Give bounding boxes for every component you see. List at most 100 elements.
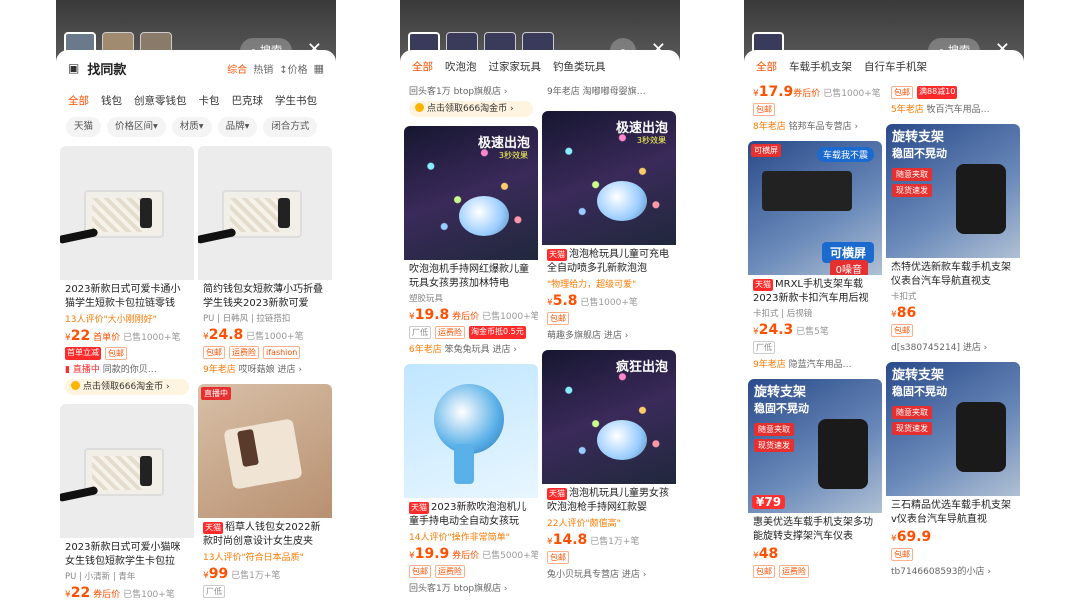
product-card[interactable]: 旋转支架 稳固不晃动 随意夹取 现货速发 杰特优选新款车载手机支架仪表台汽车导航…	[886, 124, 1020, 358]
coin-promo[interactable]: 点击领取666淘金币 ›	[65, 379, 189, 395]
price-row: ¥24.3 已售5笔	[753, 322, 829, 338]
sort-bar: 综合 热销 ↕价格 ▦	[227, 61, 324, 76]
sort-price[interactable]: ↕价格	[279, 61, 307, 76]
price: 48	[758, 546, 779, 562]
tab-fishing-toys[interactable]: 钓鱼类玩具	[553, 59, 606, 74]
filter-brand[interactable]: 品牌▾	[217, 117, 258, 137]
tab-pretend-play[interactable]: 过家家玩具	[489, 59, 542, 74]
tab-all[interactable]: 全部	[756, 59, 777, 74]
sold-count: 已售1000+笔	[246, 332, 304, 342]
badge-row: 包邮 满88减10	[886, 82, 1020, 100]
tab-car-mount[interactable]: 车载手机支架	[789, 59, 852, 74]
shop-link[interactable]: d[s380745214] 进店 ›	[886, 338, 1020, 358]
badge-row: 包邮	[886, 323, 1020, 338]
product-card[interactable]: 可横屏 车载我不震 可横屏 0噪音 天猫 MRXL手机支架车载2023新款卡扣汽车…	[748, 141, 882, 375]
wallet-image	[60, 448, 164, 503]
product-card[interactable]: 2023新款日式可爱卡通小猫学生短款卡包拉链零钱 13人评价"大小刚刚好" ¥2…	[60, 146, 194, 400]
price: 99	[208, 566, 229, 582]
product-card[interactable]: 简约钱包女短款薄小巧折叠学生钱夹2023新款可爱 PU | 日韩风 | 拉链搭扣…	[198, 146, 332, 380]
product-card[interactable]: 直播中 天猫 稻草人钱包女2022新款时尚创意设计女生皮夹 13人评价"符合日本品…	[198, 384, 332, 599]
badge-row: 包邮	[542, 311, 676, 326]
badge-row: 包邮	[886, 547, 1020, 562]
shop-link[interactable]: 回头客1万 btop旗舰店 ›	[404, 82, 538, 99]
shop-link[interactable]: 回头客1万 btop旗舰店 ›	[404, 579, 538, 596]
partial-card[interactable]: 回头客1万 btop旗舰店 › 点击领取666淘金币 ›	[404, 82, 538, 122]
product-title: 天猫 泡泡机玩具儿童男女孩吹泡泡枪手持网红款婴	[547, 488, 669, 513]
product-card[interactable]: 旋转支架 稳固不晃动 随意夹取 现货速发 三石精品优选车载手机支架v仪表台汽车导…	[886, 362, 1020, 582]
tab-all[interactable]: 全部	[412, 59, 433, 74]
phone-screen-bubble-toys: ⌕ ✕ 全部 吹泡泡 过家家玩具 钓鱼类玩具 回头客1万 btop旗舰店 › 点…	[400, 0, 680, 608]
partial-card[interactable]: 9年老店 淘嘟嘟母婴旗…	[542, 82, 676, 107]
product-card[interactable]: 疯狂出泡 天猫 泡泡机玩具儿童男女孩吹泡泡枪手持网红款婴 22人评价"颇值高" ¥…	[542, 350, 676, 585]
coin-promo[interactable]: 点击领取666淘金币 ›	[409, 101, 533, 117]
product-card[interactable]: 极速出泡 3秒效果 天猫 泡泡枪玩具儿童可充电全自动喷多孔新款泡泡 "物理给力，超…	[542, 111, 676, 346]
tab-bike-mount[interactable]: 自行车手机架	[864, 59, 927, 74]
price: 24.8	[208, 327, 244, 343]
shop-link[interactable]: 9年老店 淘嘟嘟母婴旗…	[542, 82, 676, 107]
product-image	[60, 404, 194, 538]
price: 22	[70, 328, 91, 344]
tab-wallet[interactable]: 钱包	[101, 93, 122, 108]
price: 5.8	[552, 293, 578, 309]
tab-school-bag[interactable]: 学生书包	[275, 93, 317, 108]
product-spec: 卡扣式 | 后视镜	[753, 309, 813, 319]
filter-price[interactable]: 价格区间▾	[107, 117, 166, 137]
product-grid: 回头客1万 btop旗舰店 › 点击领取666淘金币 › 极速出泡 3秒效果 吹…	[404, 82, 676, 596]
product-title: 惠美优选车载手机支架多功能旋转支撑架汽车仪表	[753, 517, 873, 542]
product-image: 旋转支架 稳固不晃动 随意夹取 现货速发	[886, 362, 1020, 496]
price: 69.9	[896, 529, 932, 545]
shop-link[interactable]: 萌趣多旗舰店 进店 ›	[542, 326, 676, 346]
shop-link[interactable]: 兔小贝玩具专营店 进店 ›	[542, 565, 676, 585]
shop-link[interactable]: 5年老店 牧百汽车用品…	[886, 100, 1020, 120]
price-row: ¥19.8 券后价 已售1000+笔	[409, 307, 538, 323]
tab-bubbles[interactable]: 吹泡泡	[445, 59, 477, 74]
category-tabs: 全部 吹泡泡 过家家玩具 钓鱼类玩具	[400, 50, 680, 82]
shop-link[interactable]: 6年老店 笨兔兔玩具 进店 ›	[404, 340, 538, 360]
filter-chips: 天猫 价格区间▾ 材质▾ 品牌▾ 闭合方式	[56, 114, 336, 140]
coin-icon	[71, 381, 80, 390]
wallet-image	[198, 190, 302, 245]
badge-row: 厂低 运费险 淘金币抵0.5元	[404, 325, 538, 340]
badge-row: 包邮	[542, 550, 676, 565]
live-indicator[interactable]: ▮ 直播中 同款的你贝…	[60, 361, 194, 376]
product-image: 极速出泡 3秒效果	[404, 126, 538, 260]
sort-hot[interactable]: 热销	[253, 61, 273, 76]
shop-link[interactable]: tb7146608593的小店 ›	[886, 562, 1020, 582]
filter-closure[interactable]: 闭合方式	[263, 117, 318, 137]
price-row: ¥48	[753, 546, 779, 562]
partial-card[interactable]: ¥17.9券后价 已售1000+笔 包邮 8年老店 铭邦车品专营店 ›	[748, 82, 882, 137]
sort-comprehensive[interactable]: 综合	[227, 61, 247, 76]
product-card[interactable]: 旋转支架 稳固不晃动 随意夹取 现货速发 ¥79 惠美优选车载手机支架多功能旋转…	[748, 379, 882, 579]
price: 19.8	[414, 307, 450, 323]
product-title: 天猫 2023新款吹泡泡机儿童手持电动全自动女孩玩	[409, 502, 527, 527]
filter-material[interactable]: 材质▾	[171, 117, 212, 137]
product-title: 吹泡泡机手持网红爆款儿童玩具女孩男孩加林特电	[409, 264, 529, 289]
price-row: ¥24.8 已售1000+笔	[203, 327, 304, 343]
tab-card-holder[interactable]: 卡包	[199, 93, 220, 108]
product-image: 旋转支架 稳固不晃动 随意夹取 现货速发	[886, 124, 1020, 258]
product-title: 杰特优选新款车载手机支架仪表台汽车导航直视支	[891, 262, 1011, 287]
product-card[interactable]: 天猫 2023新款吹泡泡机儿童手持电动全自动女孩玩 14人评价"操作非常简单" ¥…	[404, 364, 538, 596]
tab-all[interactable]: 全部	[68, 93, 89, 108]
sheet-title: 找同款	[87, 62, 127, 78]
tab-coin-purse[interactable]: 创意零钱包	[134, 93, 187, 108]
product-title: 2023新款日式可爱小猫咪女生钱包短款学生卡包拉	[65, 542, 181, 567]
live-badge: 直播中	[201, 387, 231, 400]
tab-buckyball[interactable]: 巴克球	[232, 93, 264, 108]
grid-view-icon[interactable]: ▦	[314, 62, 324, 75]
price-row: ¥22 券后价 已售100+笔	[65, 585, 175, 601]
price-row: ¥19.9 券后价 已售5000+笔	[409, 546, 538, 562]
product-card[interactable]: 极速出泡 3秒效果 吹泡泡机手持网红爆款儿童玩具女孩男孩加林特电 塑胶玩具 ¥1…	[404, 126, 538, 360]
shop-link[interactable]: 9年老店 哎呀菇娘 进店 ›	[198, 360, 332, 380]
sold-count: 已售1万+笔	[590, 537, 640, 547]
camera-icon: ▣	[68, 61, 80, 75]
partial-card[interactable]: 包邮 满88减10 5年老店 牧百汽车用品…	[886, 82, 1020, 120]
shop-link[interactable]: 9年老店 隐蓝汽车用品…	[748, 355, 882, 375]
product-image	[60, 146, 194, 280]
sold-count: 已售5笔	[796, 327, 829, 337]
badge-row: 包邮 运费险	[404, 564, 538, 579]
shop-link[interactable]: 8年老店 铭邦车品专营店 ›	[748, 117, 882, 137]
product-card[interactable]: 2023新款日式可爱小猫咪女生钱包短款学生卡包拉 PU | 小清新 | 青年 ¥…	[60, 404, 194, 603]
price: 14.8	[552, 532, 588, 548]
filter-tmall[interactable]: 天猫	[66, 117, 102, 137]
